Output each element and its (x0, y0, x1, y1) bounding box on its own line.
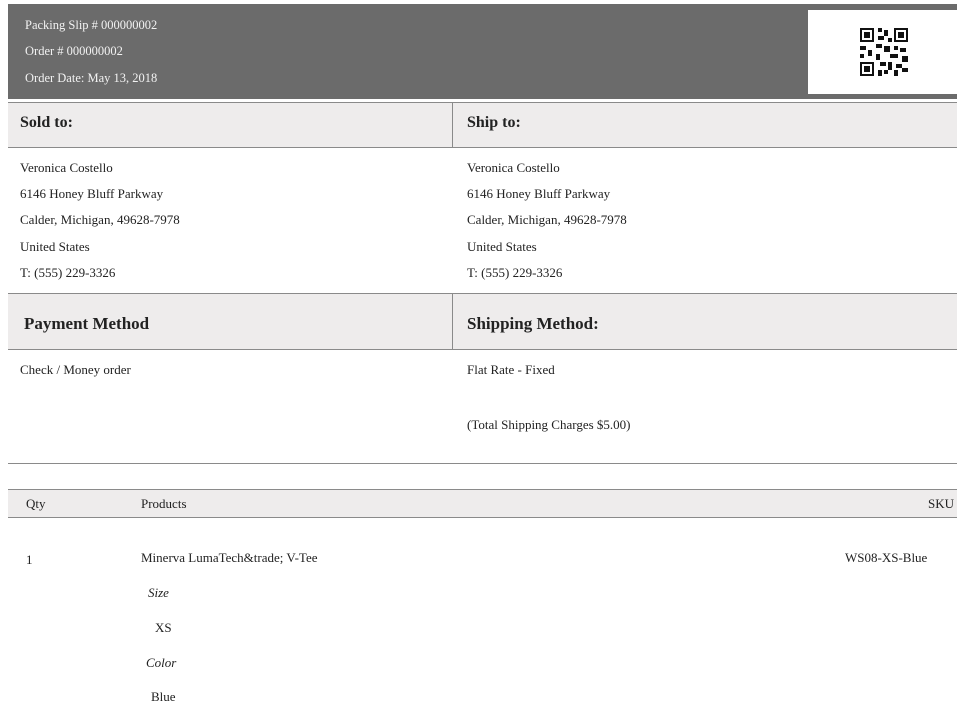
sold-to-title: Sold to: (20, 114, 73, 131)
order-number: Order # 000000002 (25, 44, 123, 58)
item-option-label: Size (148, 585, 169, 600)
item-option-value: XS (155, 620, 172, 635)
shipping-method-title: Shipping Method: (467, 314, 599, 333)
payment-method-title: Payment Method (24, 314, 150, 333)
qty-column-header: Qty (26, 496, 46, 511)
packing-slip-page: { "header": { "packing_slip": "Packing S… (0, 0, 957, 704)
ship-to-line: United States (467, 239, 537, 254)
ship-to-title: Ship to: (467, 114, 521, 131)
sku-column-header: SKU (928, 496, 955, 511)
shipping-charges: (Total Shipping Charges $5.00) (467, 417, 631, 432)
item-option-label: Color (146, 655, 177, 670)
sold-to-line: T: (555) 229-3326 (20, 265, 116, 280)
methods-bottom-rule (8, 463, 957, 464)
ship-to-line: Calder, Michigan, 49628-7978 (467, 212, 627, 227)
method-header-band: Payment Method Shipping Method: (8, 293, 957, 350)
slip-header: Packing Slip # 000000002 Order # 0000000… (8, 4, 957, 99)
ship-to-line: 6146 Honey Bluff Parkway (467, 186, 611, 201)
sold-to-line: United States (20, 239, 90, 254)
item-option-value: Blue (151, 689, 176, 704)
products-column-header: Products (141, 496, 187, 511)
qr-code-box (808, 10, 957, 94)
sold-to-line: 6146 Honey Bluff Parkway (20, 186, 164, 201)
item-product-name: Minerva LumaTech&trade; V-Tee (141, 550, 318, 565)
address-header-band: Sold to: Ship to: (8, 102, 957, 148)
sold-to-line: Veronica Costello (20, 160, 113, 175)
ship-to-line: Veronica Costello (467, 160, 560, 175)
packing-slip-number: Packing Slip # 000000002 (25, 18, 158, 32)
item-qty: 1 (26, 552, 33, 567)
qr-code-icon (858, 26, 910, 78)
payment-method-value: Check / Money order (20, 362, 131, 377)
shipping-method-value: Flat Rate - Fixed (467, 362, 555, 377)
sold-to-line: Calder, Michigan, 49628-7978 (20, 212, 180, 227)
order-date: Order Date: May 13, 2018 (25, 71, 158, 85)
ship-to-line: T: (555) 229-3326 (467, 265, 563, 280)
item-sku: WS08-XS-Blue (845, 550, 928, 565)
items-header-band: Qty Products SKU (8, 489, 957, 518)
